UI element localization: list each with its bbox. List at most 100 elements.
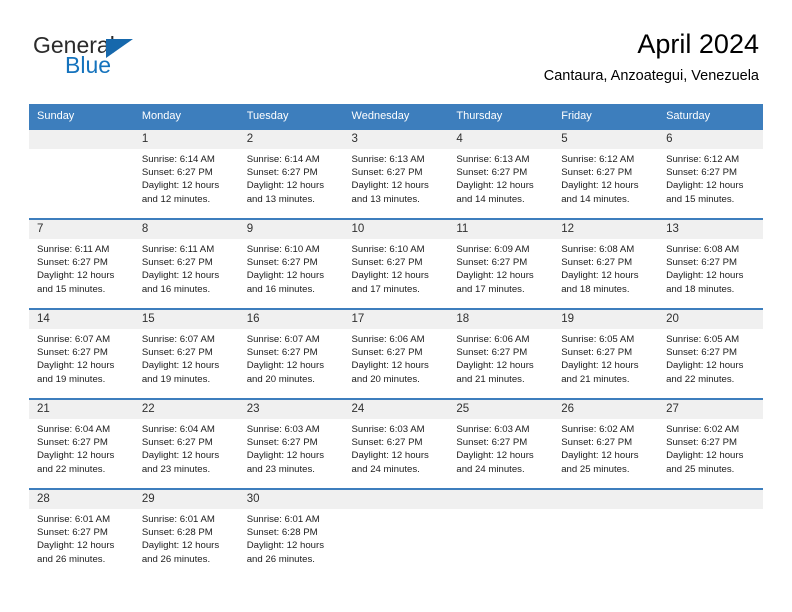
calendar-day-cell[interactable]: 24 Sunrise: 6:03 AM Sunset: 6:27 PM Dayligh… (343, 398, 449, 489)
day-number (658, 490, 763, 509)
day-details: Sunrise: 6:06 AM Sunset: 6:27 PM Daylight:… (344, 329, 449, 386)
daylight-duration-line1: Daylight: 12 hours (456, 270, 534, 282)
sunset-time: Sunset: 6:27 PM (351, 257, 423, 269)
calendar-body: 1 Sunrise: 6:14 AM Sunset: 6:27 PM Daylight… (29, 128, 763, 578)
daylight-duration-line1: Daylight: 12 hours (141, 270, 220, 282)
day-details: Sunrise: 6:01 AM Sunset: 6:28 PM Daylight:… (239, 509, 344, 566)
calendar-day-cell[interactable]: 16 Sunrise: 6:07 AM Sunset: 6:27 PM Dayligh… (238, 308, 344, 399)
calendar-week-row: 7 Sunrise: 6:11 AM Sunset: 6:27 PM Daylight… (29, 218, 763, 309)
calendar-day-cell[interactable]: 5 Sunrise: 6:12 AM Sunset: 6:27 PM Daylight… (553, 128, 659, 219)
calendar-day-cell[interactable]: 21 Sunrise: 6:04 AM Sunset: 6:27 PM Dayligh… (29, 398, 134, 489)
calendar-day-cell[interactable]: 6 Sunrise: 6:12 AM Sunset: 6:27 PM Daylight… (658, 128, 763, 219)
sunrise-time: Sunrise: 6:04 AM (37, 424, 111, 435)
day-cell-inner (343, 490, 449, 578)
day-number: 26 (553, 400, 659, 419)
day-number: 5 (553, 130, 659, 149)
calendar-day-cell[interactable]: 15 Sunrise: 6:07 AM Sunset: 6:27 PM Dayligh… (133, 308, 239, 399)
calendar-day-cell[interactable]: 20 Sunrise: 6:05 AM Sunset: 6:27 PM Dayligh… (658, 308, 763, 399)
daylight-duration-line2: and 13 minutes. (246, 193, 315, 205)
day-cell-inner: 8 Sunrise: 6:11 AM Sunset: 6:27 PM Daylight… (133, 220, 239, 308)
calendar-day-cell[interactable]: 29 Sunrise: 6:01 AM Sunset: 6:28 PM Dayligh… (133, 488, 239, 578)
daylight-duration-line1: Daylight: 12 hours (246, 270, 325, 282)
weekday-header-friday: Friday (553, 104, 659, 129)
calendar-day-cell[interactable]: 4 Sunrise: 6:13 AM Sunset: 6:27 PM Daylight… (448, 128, 554, 219)
daylight-duration-line1: Daylight: 12 hours (141, 360, 220, 372)
daylight-duration-line2: and 23 minutes. (246, 463, 315, 475)
calendar-day-cell[interactable]: 3 Sunrise: 6:13 AM Sunset: 6:27 PM Daylight… (343, 128, 449, 219)
day-cell-inner: 4 Sunrise: 6:13 AM Sunset: 6:27 PM Daylight… (448, 130, 554, 218)
weekday-header-sunday: Sunday (29, 104, 134, 129)
daylight-duration-line1: Daylight: 12 hours (456, 180, 534, 192)
day-number: 27 (658, 400, 763, 419)
calendar-day-cell[interactable]: 25 Sunrise: 6:03 AM Sunset: 6:27 PM Dayligh… (448, 398, 554, 489)
daylight-duration-line1: Daylight: 12 hours (37, 540, 115, 552)
title-block: April 2024 Cantaura, Anzoategui, Venezue… (544, 28, 759, 86)
calendar-day-cell[interactable]: 9 Sunrise: 6:10 AM Sunset: 6:27 PM Daylight… (238, 218, 344, 309)
day-number: 11 (448, 220, 554, 239)
day-number: 9 (238, 220, 344, 239)
weekday-header-thursday: Thursday (448, 104, 554, 129)
sunrise-time: Sunrise: 6:01 AM (141, 514, 215, 525)
sunset-time: Sunset: 6:27 PM (561, 257, 633, 269)
daylight-duration-line1: Daylight: 12 hours (351, 450, 429, 462)
day-details: Sunrise: 6:10 AM Sunset: 6:27 PM Daylight:… (239, 239, 344, 296)
weekday-header-monday: Monday (133, 104, 239, 129)
calendar-day-cell[interactable]: 14 Sunrise: 6:07 AM Sunset: 6:27 PM Dayligh… (29, 308, 134, 399)
calendar-day-cell[interactable]: 18 Sunrise: 6:06 AM Sunset: 6:27 PM Dayligh… (448, 308, 554, 399)
calendar-day-cell[interactable]: 28 Sunrise: 6:01 AM Sunset: 6:27 PM Dayligh… (29, 488, 134, 578)
day-number: 7 (29, 220, 134, 239)
calendar-day-cell[interactable]: 7 Sunrise: 6:11 AM Sunset: 6:27 PM Daylight… (29, 218, 134, 309)
sunset-time: Sunset: 6:27 PM (37, 527, 108, 539)
day-number: 6 (658, 130, 763, 149)
sunset-time: Sunset: 6:27 PM (456, 437, 528, 449)
sunset-time: Sunset: 6:27 PM (351, 167, 423, 179)
sunrise-time: Sunrise: 6:13 AM (351, 154, 425, 165)
calendar-day-cell[interactable]: 30 Sunrise: 6:01 AM Sunset: 6:28 PM Dayligh… (238, 488, 344, 578)
general-blue-logo[interactable]: General Blue (33, 33, 253, 89)
calendar-day-cell[interactable]: 13 Sunrise: 6:08 AM Sunset: 6:27 PM Dayligh… (658, 218, 763, 309)
sunrise-time: Sunrise: 6:02 AM (561, 424, 635, 435)
day-details: Sunrise: 6:02 AM Sunset: 6:27 PM Daylight:… (658, 419, 763, 476)
calendar-day-cell[interactable]: 26 Sunrise: 6:02 AM Sunset: 6:27 PM Dayligh… (553, 398, 659, 489)
sunset-time: Sunset: 6:27 PM (37, 347, 108, 359)
calendar-day-cell[interactable]: 11 Sunrise: 6:09 AM Sunset: 6:27 PM Dayligh… (448, 218, 554, 309)
calendar-day-cell[interactable]: 12 Sunrise: 6:08 AM Sunset: 6:27 PM Dayligh… (553, 218, 659, 309)
day-cell-inner: 10 Sunrise: 6:10 AM Sunset: 6:27 PM Dayligh… (343, 220, 449, 308)
day-details: Sunrise: 6:05 AM Sunset: 6:27 PM Daylight:… (658, 329, 763, 386)
daylight-duration-line2: and 15 minutes. (37, 283, 106, 295)
daylight-duration-line2: and 26 minutes. (246, 553, 315, 565)
day-cell-inner: 18 Sunrise: 6:06 AM Sunset: 6:27 PM Dayligh… (448, 310, 554, 398)
day-details: Sunrise: 6:08 AM Sunset: 6:27 PM Daylight:… (553, 239, 658, 296)
day-details: Sunrise: 6:10 AM Sunset: 6:27 PM Daylight:… (344, 239, 449, 296)
day-details: Sunrise: 6:14 AM Sunset: 6:27 PM Daylight:… (134, 149, 239, 206)
daylight-duration-line1: Daylight: 12 hours (456, 360, 534, 372)
calendar-day-cell[interactable]: 8 Sunrise: 6:11 AM Sunset: 6:27 PM Daylight… (133, 218, 239, 309)
calendar-day-cell[interactable]: 10 Sunrise: 6:10 AM Sunset: 6:27 PM Dayligh… (343, 218, 449, 309)
calendar-day-cell[interactable]: 23 Sunrise: 6:03 AM Sunset: 6:27 PM Dayligh… (238, 398, 344, 489)
sunrise-time: Sunrise: 6:08 AM (666, 244, 740, 255)
day-cell-inner (448, 490, 554, 578)
sunrise-time: Sunrise: 6:14 AM (141, 154, 215, 165)
sunset-time: Sunset: 6:27 PM (246, 437, 318, 449)
calendar-day-cell[interactable]: 17 Sunrise: 6:06 AM Sunset: 6:27 PM Dayligh… (343, 308, 449, 399)
day-details: Sunrise: 6:12 AM Sunset: 6:27 PM Daylight:… (658, 149, 763, 206)
calendar-day-cell[interactable]: 22 Sunrise: 6:04 AM Sunset: 6:27 PM Dayligh… (133, 398, 239, 489)
calendar-day-cell[interactable]: 2 Sunrise: 6:14 AM Sunset: 6:27 PM Daylight… (238, 128, 344, 219)
day-details: Sunrise: 6:06 AM Sunset: 6:27 PM Daylight:… (448, 329, 553, 386)
day-number: 18 (448, 310, 554, 329)
day-details: Sunrise: 6:13 AM Sunset: 6:27 PM Daylight:… (448, 149, 553, 206)
calendar-day-cell[interactable]: 19 Sunrise: 6:05 AM Sunset: 6:27 PM Dayligh… (553, 308, 659, 399)
day-cell-inner: 25 Sunrise: 6:03 AM Sunset: 6:27 PM Dayligh… (448, 400, 554, 488)
page-title: April 2024 (637, 29, 759, 59)
calendar-day-cell[interactable]: 1 Sunrise: 6:14 AM Sunset: 6:27 PM Daylight… (133, 128, 239, 219)
day-cell-inner: 5 Sunrise: 6:12 AM Sunset: 6:27 PM Daylight… (553, 130, 659, 218)
day-details: Sunrise: 6:07 AM Sunset: 6:27 PM Daylight:… (134, 329, 239, 386)
sunset-time: Sunset: 6:28 PM (141, 527, 213, 539)
day-details: Sunrise: 6:09 AM Sunset: 6:27 PM Daylight:… (448, 239, 553, 296)
sunset-time: Sunset: 6:27 PM (666, 437, 737, 449)
day-cell-inner: 14 Sunrise: 6:07 AM Sunset: 6:27 PM Dayligh… (29, 310, 134, 398)
daylight-duration-line2: and 24 minutes. (456, 463, 525, 475)
day-details: Sunrise: 6:12 AM Sunset: 6:27 PM Daylight:… (553, 149, 658, 206)
calendar-day-cell[interactable]: 27 Sunrise: 6:02 AM Sunset: 6:27 PM Dayligh… (658, 398, 763, 489)
day-cell-inner: 1 Sunrise: 6:14 AM Sunset: 6:27 PM Daylight… (133, 130, 239, 218)
